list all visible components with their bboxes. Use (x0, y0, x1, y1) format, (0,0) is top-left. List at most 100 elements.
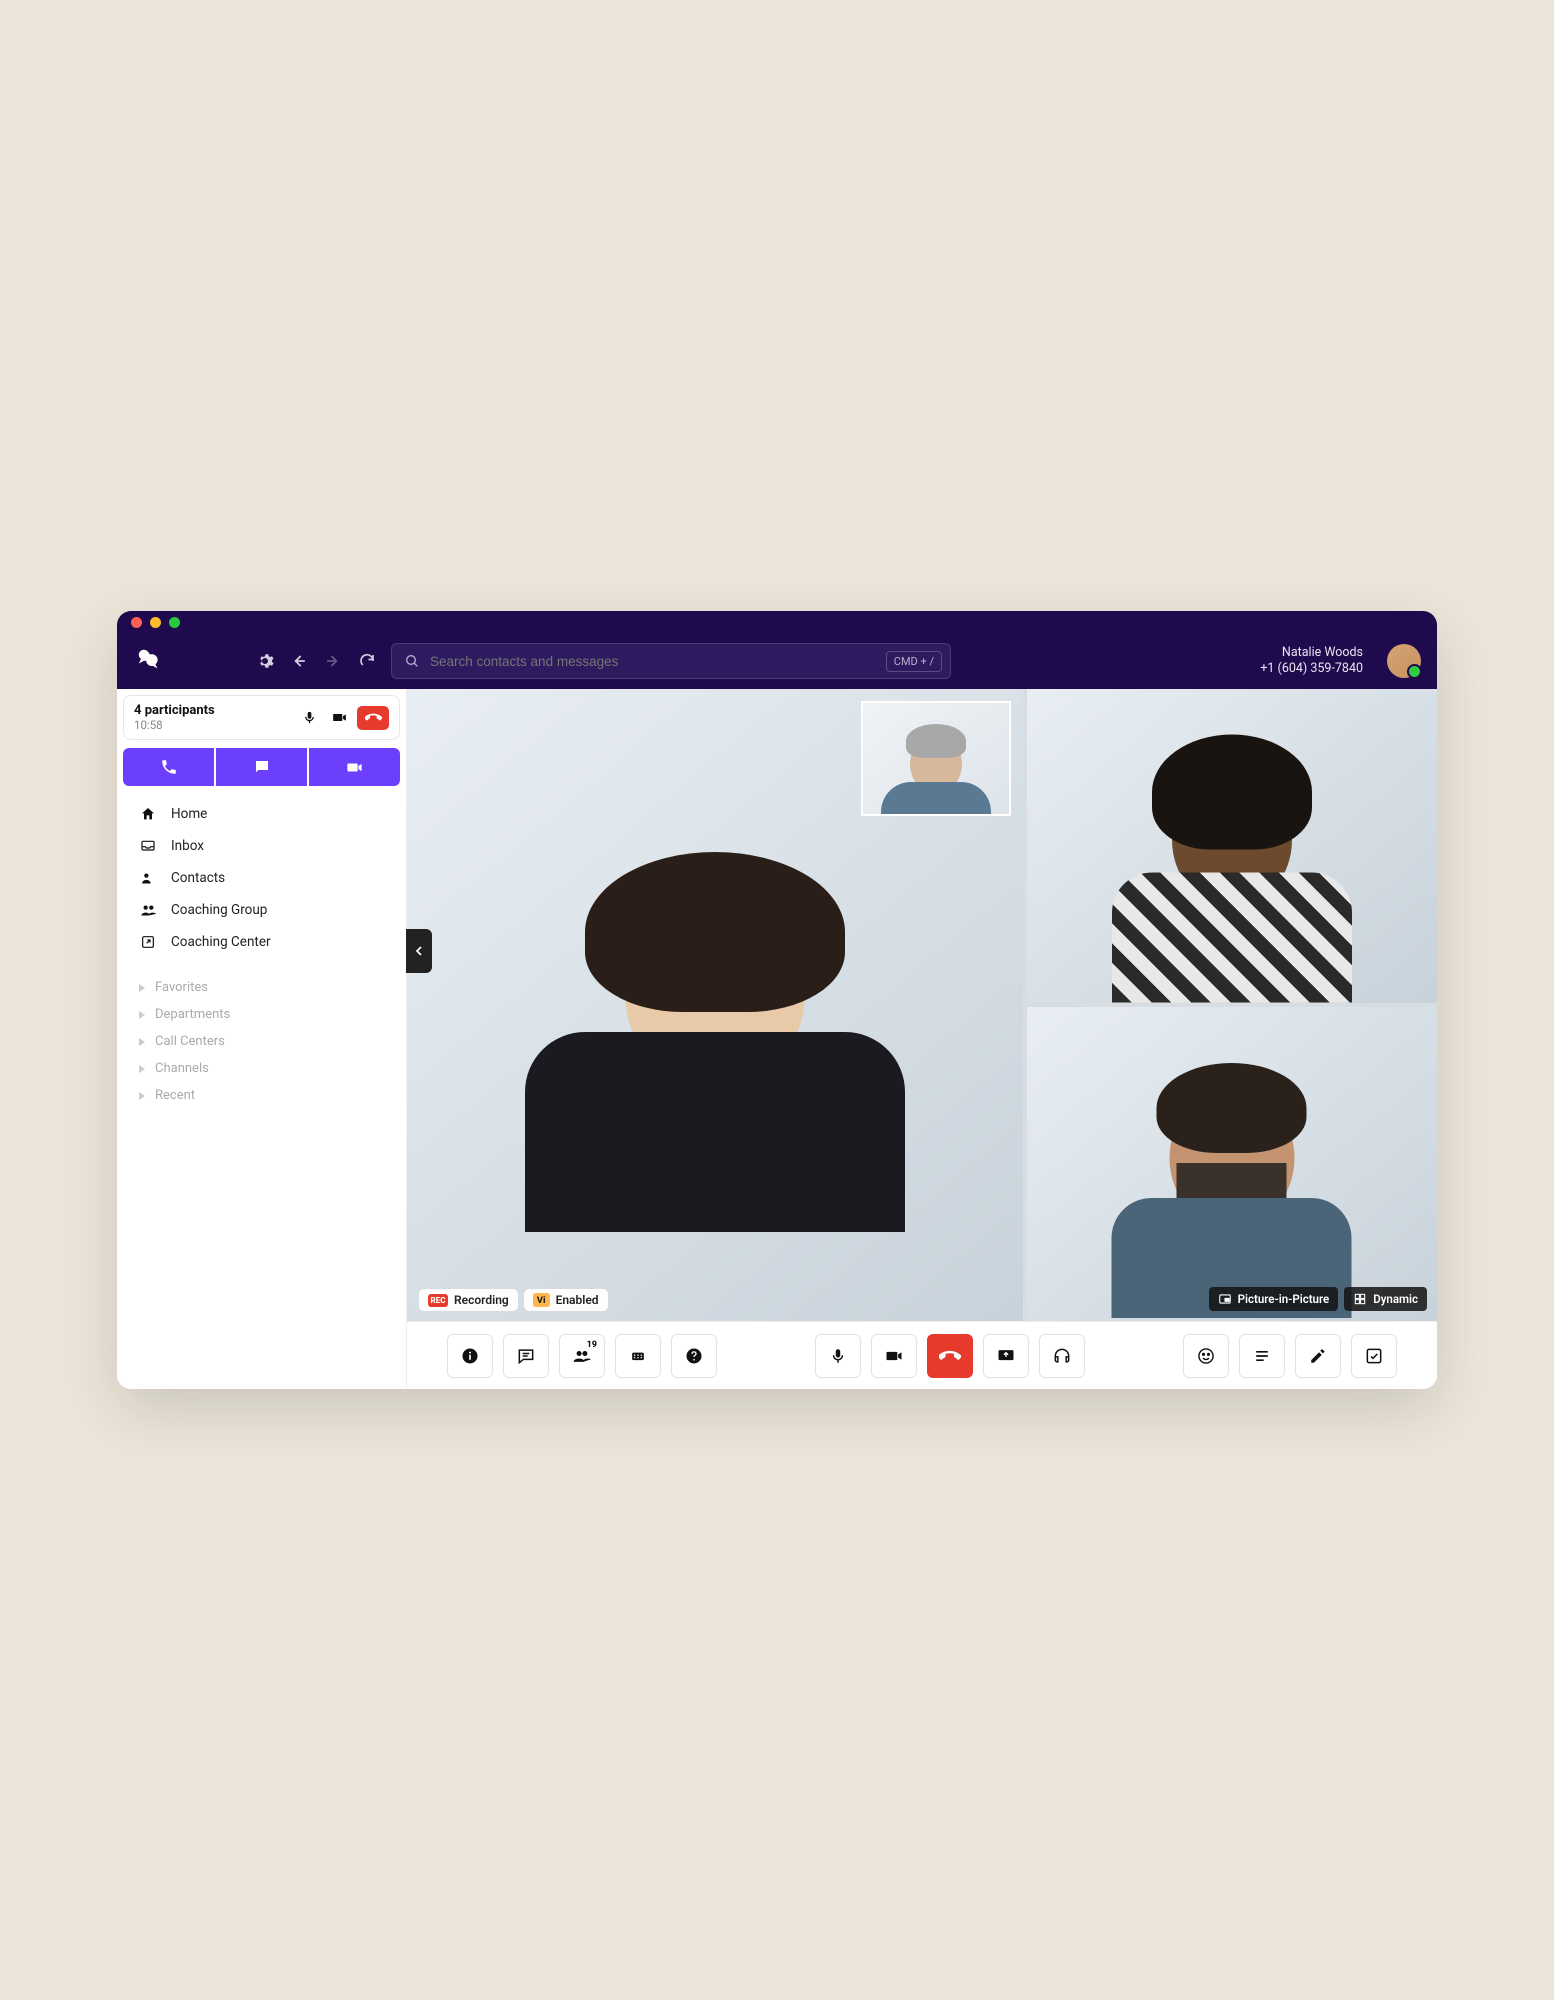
pencil-icon (1309, 1347, 1327, 1365)
group-list: Favorites Departments Call Centers Chann… (117, 964, 406, 1119)
headset-icon (1052, 1346, 1072, 1366)
search-bar[interactable]: CMD + / (391, 643, 951, 679)
chevron-right-icon (139, 1038, 145, 1046)
dynamic-layout-button[interactable]: Dynamic (1344, 1287, 1427, 1311)
call-toolbar: 19 (407, 1321, 1437, 1389)
gear-icon[interactable] (255, 651, 275, 671)
mic-icon[interactable] (297, 707, 321, 729)
sidebar-item-contacts[interactable]: Contacts (117, 862, 406, 894)
user-name: Natalie Woods (1260, 645, 1363, 661)
sidebar-item-label: Coaching Group (171, 902, 267, 918)
notes-button[interactable] (1239, 1334, 1285, 1378)
call-duration: 10:58 (134, 718, 291, 732)
pip-icon (1218, 1292, 1232, 1306)
sidebar-item-home[interactable]: Home (117, 798, 406, 830)
user-phone: +1 (604) 359-7840 (1260, 661, 1363, 677)
mode-tabs (123, 748, 400, 786)
dialpad-button[interactable] (615, 1334, 661, 1378)
camera-icon (884, 1346, 904, 1366)
collapse-sidebar-button[interactable] (406, 929, 432, 973)
app-window: CMD + / Natalie Woods +1 (604) 359-7840 … (117, 611, 1437, 1389)
close-window-button[interactable] (131, 617, 142, 628)
forward-arrow-icon[interactable] (323, 651, 343, 671)
sidebar-item-label: Home (171, 806, 207, 822)
sidebar-item-label: Inbox (171, 838, 204, 854)
help-icon (684, 1346, 704, 1366)
video-grid: REC Recording Vi Enabled (407, 689, 1437, 1321)
tasks-button[interactable] (1351, 1334, 1397, 1378)
search-input[interactable] (430, 654, 876, 669)
nav-list: Home Inbox Contacts Coaching Group Coach… (117, 792, 406, 964)
sidebar: 4 participants 10:58 (117, 689, 407, 1389)
video-tile-main[interactable]: REC Recording Vi Enabled (407, 689, 1023, 1321)
screenshare-icon (996, 1346, 1016, 1366)
tab-chat[interactable] (216, 748, 307, 786)
call-participants-label: 4 participants (134, 703, 291, 718)
chat-icon (516, 1346, 536, 1366)
checkbox-icon (1364, 1346, 1384, 1366)
group-call-centers[interactable]: Call Centers (117, 1028, 406, 1055)
notes-icon (1252, 1346, 1272, 1366)
info-button[interactable] (447, 1334, 493, 1378)
chevron-right-icon (139, 984, 145, 992)
search-icon (404, 653, 420, 669)
chevron-right-icon (139, 1065, 145, 1073)
dialpad-icon (628, 1346, 648, 1366)
participants-button[interactable]: 19 (559, 1334, 605, 1378)
group-channels[interactable]: Channels (117, 1055, 406, 1082)
main-area: REC Recording Vi Enabled (407, 689, 1437, 1389)
reactions-button[interactable] (1183, 1334, 1229, 1378)
screenshare-button[interactable] (983, 1334, 1029, 1378)
group-favorites[interactable]: Favorites (117, 974, 406, 1001)
avatar[interactable] (1387, 644, 1421, 678)
edit-button[interactable] (1295, 1334, 1341, 1378)
group-icon (139, 901, 157, 919)
sidebar-item-coaching-center[interactable]: Coaching Center (117, 926, 406, 958)
mic-icon (829, 1347, 847, 1365)
group-recent[interactable]: Recent (117, 1082, 406, 1109)
vi-icon: Vi (533, 1293, 550, 1307)
hangup-icon (939, 1345, 961, 1367)
tab-phone[interactable] (123, 748, 214, 786)
help-button[interactable] (671, 1334, 717, 1378)
video-toggle-button[interactable] (871, 1334, 917, 1378)
hangup-button-small[interactable] (357, 706, 389, 730)
participants-count: 19 (587, 1340, 597, 1350)
back-arrow-icon[interactable] (289, 651, 309, 671)
titlebar (117, 611, 1437, 633)
chevron-right-icon (139, 1092, 145, 1100)
user-block[interactable]: Natalie Woods +1 (604) 359-7840 (1260, 645, 1363, 678)
sidebar-item-label: Contacts (171, 870, 225, 886)
contacts-icon (139, 869, 157, 887)
home-icon (139, 805, 157, 823)
inbox-icon (139, 837, 157, 855)
chevron-left-icon (411, 943, 427, 959)
mute-button[interactable] (815, 1334, 861, 1378)
chat-button[interactable] (503, 1334, 549, 1378)
refresh-icon[interactable] (357, 651, 377, 671)
active-call-card[interactable]: 4 participants 10:58 (123, 695, 400, 740)
group-departments[interactable]: Departments (117, 1001, 406, 1028)
info-icon (460, 1346, 480, 1366)
grid-icon (1353, 1292, 1367, 1306)
hangup-button[interactable] (927, 1334, 973, 1378)
camera-icon[interactable] (327, 707, 351, 729)
sidebar-item-label: Coaching Center (171, 934, 271, 950)
audio-device-button[interactable] (1039, 1334, 1085, 1378)
video-tile-2[interactable] (1027, 689, 1437, 1003)
recording-badge: REC Recording (419, 1289, 518, 1311)
video-tile-3[interactable]: Picture-in-Picture Dynamic (1027, 1007, 1437, 1321)
vi-enabled-badge: Vi Enabled (524, 1289, 608, 1311)
app-header: CMD + / Natalie Woods +1 (604) 359-7840 (117, 633, 1437, 689)
minimize-window-button[interactable] (150, 617, 161, 628)
video-pip-self[interactable] (861, 701, 1011, 816)
sidebar-item-coaching-group[interactable]: Coaching Group (117, 894, 406, 926)
search-shortcut: CMD + / (886, 651, 942, 672)
tab-video[interactable] (309, 748, 400, 786)
picture-in-picture-button[interactable]: Picture-in-Picture (1209, 1287, 1339, 1311)
maximize-window-button[interactable] (169, 617, 180, 628)
emoji-icon (1196, 1346, 1216, 1366)
sidebar-item-inbox[interactable]: Inbox (117, 830, 406, 862)
external-icon (139, 933, 157, 951)
logo-icon (133, 644, 167, 678)
